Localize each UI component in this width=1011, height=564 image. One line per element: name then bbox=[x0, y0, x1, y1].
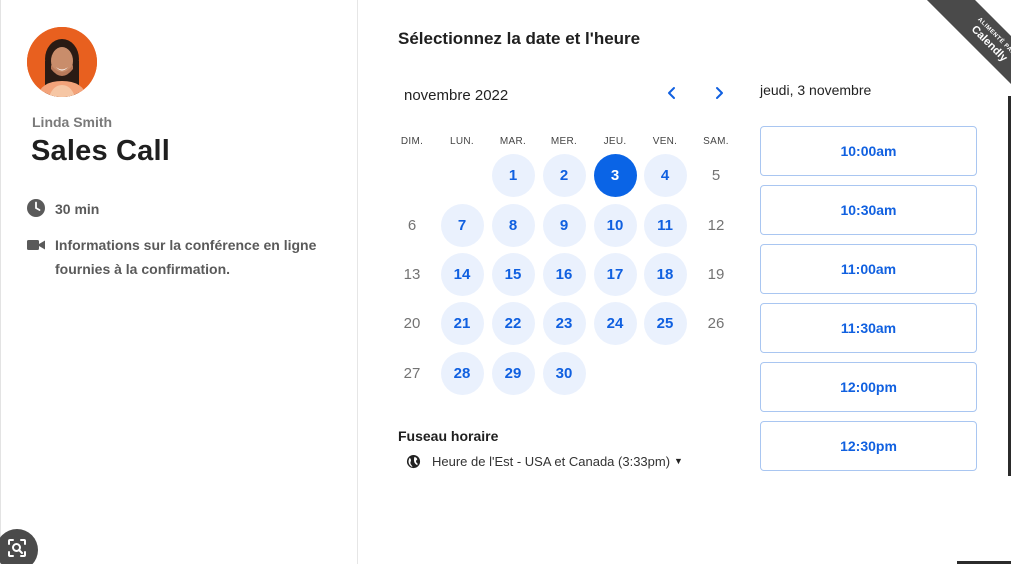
calendar-day[interactable]: 16 bbox=[542, 253, 586, 296]
lens-icon bbox=[6, 537, 28, 564]
calendar-day[interactable]: 1 bbox=[491, 154, 535, 197]
calendar-day[interactable]: 28 bbox=[440, 352, 484, 395]
conference-text: Informations sur la conférence en ligne … bbox=[55, 237, 317, 277]
calendar-day-selected[interactable]: 3 bbox=[593, 154, 637, 197]
event-duration: 30 min bbox=[26, 198, 99, 220]
timezone-value: Heure de l'Est - USA et Canada (3:33pm) bbox=[432, 453, 671, 469]
month-label: novembre 2022 bbox=[404, 87, 509, 104]
weekday-label: LUN. bbox=[450, 136, 474, 147]
calendar-day: 20 bbox=[403, 315, 421, 332]
chevron-left-icon bbox=[666, 86, 678, 105]
timezone-dropdown[interactable]: Heure de l'Est - USA et Canada (3:33pm) … bbox=[406, 453, 683, 469]
calendar-day: 27 bbox=[403, 365, 421, 382]
calendar-day: 12 bbox=[707, 217, 725, 234]
calendar-day: 13 bbox=[403, 266, 421, 283]
calendar-day: 19 bbox=[707, 266, 725, 283]
globe-icon bbox=[406, 453, 422, 469]
calendar-day[interactable]: 8 bbox=[491, 204, 535, 247]
calendar-day[interactable]: 18 bbox=[643, 253, 687, 296]
duration-text: 30 min bbox=[55, 201, 100, 217]
weekday-label: DIM. bbox=[400, 136, 424, 147]
calendar-day[interactable]: 2 bbox=[542, 154, 586, 197]
calendar-day[interactable]: 23 bbox=[542, 302, 586, 345]
caret-down-icon: ▼ bbox=[674, 456, 683, 466]
chevron-right-icon bbox=[713, 86, 725, 105]
calendar-day[interactable]: 29 bbox=[491, 352, 535, 395]
event-conference-info: Informations sur la conférence en ligne … bbox=[26, 233, 326, 281]
weekday-label: VEN. bbox=[652, 136, 678, 147]
video-camera-icon bbox=[26, 235, 46, 255]
calendar-day[interactable]: 11 bbox=[643, 204, 687, 247]
selected-date-label: jeudi, 3 novembre bbox=[760, 82, 872, 98]
weekday-label: MER. bbox=[550, 136, 578, 147]
time-slot-button[interactable]: 12:00pm bbox=[760, 362, 977, 412]
page-title: Sélectionnez la date et l'heure bbox=[398, 29, 641, 48]
weekday-label: MAR. bbox=[499, 136, 527, 147]
previous-month-button[interactable] bbox=[661, 84, 683, 106]
calendar-day[interactable]: 14 bbox=[440, 253, 484, 296]
time-slot-button[interactable]: 11:00am bbox=[760, 244, 977, 294]
calendar-day: 5 bbox=[711, 167, 721, 184]
calendar-day: 26 bbox=[707, 315, 725, 332]
calendar-day[interactable]: 24 bbox=[593, 302, 637, 345]
weekday-label: SAM. bbox=[703, 136, 729, 147]
calendar-day[interactable]: 25 bbox=[643, 302, 687, 345]
event-title: Sales Call bbox=[31, 135, 171, 167]
calendar-day[interactable]: 15 bbox=[491, 253, 535, 296]
calendar-day[interactable]: 4 bbox=[643, 154, 687, 197]
clock-icon bbox=[26, 198, 46, 218]
calendar-day[interactable]: 9 bbox=[542, 204, 586, 247]
panel-divider bbox=[357, 0, 358, 564]
calendar-day: 6 bbox=[407, 217, 417, 234]
time-slot-button[interactable]: 11:30am bbox=[760, 303, 977, 353]
calendar-day[interactable]: 30 bbox=[542, 352, 586, 395]
calendar-day[interactable]: 7 bbox=[440, 204, 484, 247]
next-month-button[interactable] bbox=[708, 84, 730, 106]
time-slot-button[interactable]: 12:30pm bbox=[760, 421, 977, 471]
calendly-ribbon: ALIMENTÉ PAR Calendly bbox=[926, 0, 1011, 100]
host-name: Linda Smith bbox=[32, 114, 113, 130]
avatar bbox=[27, 27, 97, 97]
time-slot-button[interactable]: 10:30am bbox=[760, 185, 977, 235]
calendar-day[interactable]: 17 bbox=[593, 253, 637, 296]
powered-by-badge[interactable]: ALIMENTÉ PAR Calendly bbox=[911, 0, 1011, 100]
timezone-label: Fuseau horaire bbox=[398, 428, 499, 444]
time-slot-button[interactable]: 10:00am bbox=[760, 126, 977, 176]
weekday-label: JEU. bbox=[603, 136, 627, 147]
calendar-day[interactable]: 21 bbox=[440, 302, 484, 345]
calendar-day[interactable]: 10 bbox=[593, 204, 637, 247]
calendar-day[interactable]: 22 bbox=[491, 302, 535, 345]
